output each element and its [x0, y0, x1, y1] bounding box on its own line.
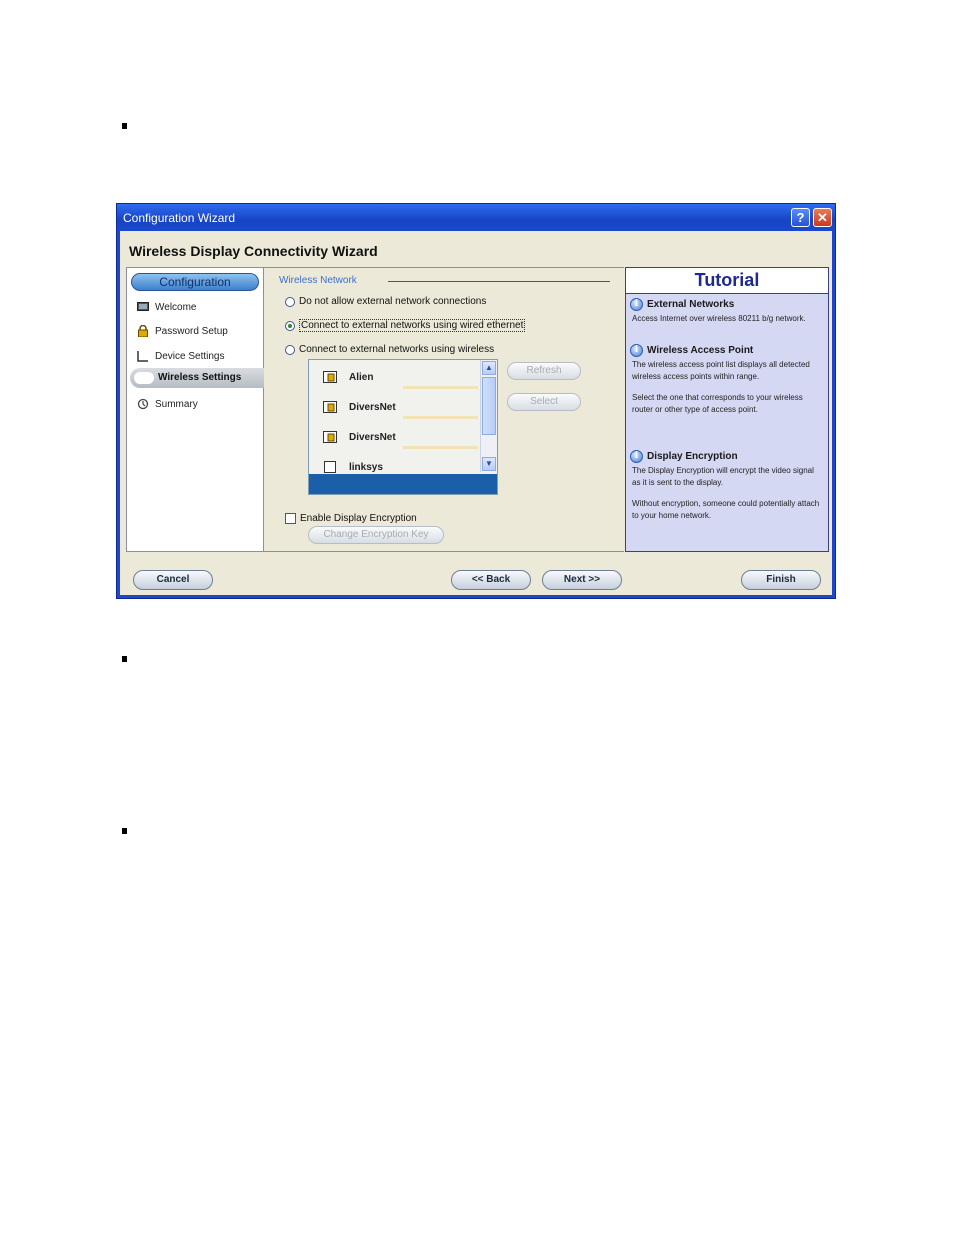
group-label: Wireless Network — [279, 275, 357, 286]
nav-item-label: Welcome — [155, 301, 197, 313]
radio-no-external[interactable]: Do not allow external network connection… — [285, 296, 486, 307]
bullet-marker — [122, 656, 127, 662]
summary-icon — [137, 398, 149, 410]
lock-icon — [137, 324, 149, 338]
bullet-marker — [122, 828, 127, 834]
window-title: Configuration Wizard — [123, 211, 236, 225]
device-icon — [137, 350, 149, 362]
tutorial-section-text: The Display Encryption will encrypt the … — [632, 466, 814, 487]
secured-network-icon — [323, 430, 337, 443]
scroll-down-arrow-icon[interactable]: ▼ — [482, 457, 496, 471]
nav-item-welcome[interactable]: Welcome — [137, 301, 197, 313]
tutorial-header: Tutorial — [626, 268, 828, 294]
wireless-network-panel: Wireless Network Do not allow external n… — [264, 267, 624, 552]
nav-item-device-settings[interactable]: Device Settings — [137, 350, 224, 362]
signal-bar — [403, 386, 478, 389]
tutorial-section-text: Without encryption, someone could potent… — [632, 499, 820, 520]
nav-item-label: Device Settings — [155, 350, 225, 362]
tutorial-title: Tutorial — [694, 270, 760, 290]
radio-wired-ethernet[interactable]: Connect to external networks using wired… — [285, 319, 526, 332]
info-icon: i — [630, 298, 643, 311]
open-network-icon — [323, 460, 337, 473]
secured-network-icon — [323, 400, 337, 413]
tutorial-panel: Tutorial i External Networks Access Inter… — [625, 267, 829, 552]
tutorial-section-external-networks: i External Networks Access Internet over … — [630, 298, 824, 325]
tutorial-section-display-encryption: i Display Encryption The Display Encrypti… — [630, 450, 824, 522]
close-button[interactable]: ✕ — [813, 208, 832, 227]
tutorial-section-text: Access Internet over wireless 80211 b/g … — [632, 314, 806, 323]
bullet-marker — [122, 123, 127, 129]
list-item[interactable]: DiversNet — [309, 422, 483, 452]
active-indicator — [134, 372, 154, 384]
finish-button[interactable]: Finish — [741, 570, 821, 590]
checkbox-label: Enable Display Encryption — [300, 513, 417, 524]
network-name: DiversNet — [349, 402, 396, 413]
nav-item-wireless-settings[interactable]: Wireless Settings — [130, 368, 264, 388]
tutorial-section-text: Select the one that corresponds to your … — [632, 393, 803, 414]
wizard-client-area: Wireless Display Connectivity Wizard Con… — [120, 231, 832, 595]
tutorial-section-wireless-access-point: i Wireless Access Point The wireless acce… — [630, 344, 824, 416]
group-divider — [388, 281, 610, 282]
scroll-up-arrow-icon[interactable]: ▲ — [482, 361, 496, 375]
nav-item-password-setup[interactable]: Password Setup — [137, 324, 228, 338]
change-encryption-key-button[interactable]: Change Encryption Key — [308, 526, 444, 544]
wizard-nav: Configuration Welcome Password Setup Dev… — [126, 267, 264, 552]
list-scrollbar[interactable]: ▲ ▼ — [480, 360, 497, 472]
selected-row-highlight[interactable] — [309, 474, 497, 494]
info-icon: i — [630, 450, 643, 463]
radio-label: Connect to external networks using wired… — [299, 319, 526, 332]
radio-button[interactable] — [285, 296, 295, 307]
nav-item-label: Summary — [155, 398, 198, 410]
tutorial-section-heading: Display Encryption — [647, 451, 738, 462]
help-button[interactable]: ? — [791, 208, 810, 227]
tutorial-section-heading: External Networks — [647, 299, 735, 310]
radio-wireless[interactable]: Connect to external networks using wirel… — [285, 344, 494, 355]
radio-label: Do not allow external network connection… — [299, 296, 487, 307]
list-item[interactable]: Alien — [309, 362, 483, 392]
radio-button[interactable] — [285, 344, 295, 355]
next-button[interactable]: Next >> — [542, 570, 622, 590]
list-item[interactable]: DiversNet — [309, 392, 483, 422]
title-bar: Configuration Wizard ? ✕ — [117, 204, 835, 231]
scroll-thumb[interactable] — [482, 377, 496, 435]
encryption-checkbox-row[interactable]: Enable Display Encryption — [285, 513, 417, 524]
configuration-wizard-window: Configuration Wizard ? ✕ Wireless Displa… — [116, 203, 836, 599]
back-button[interactable]: << Back — [451, 570, 531, 590]
wizard-heading: Wireless Display Connectivity Wizard — [129, 243, 378, 259]
encryption-checkbox[interactable] — [285, 513, 296, 524]
access-point-list[interactable]: Alien DiversNet DiversNet linksys ▲ ▼ — [308, 359, 498, 495]
nav-item-label: Wireless Settings — [158, 372, 242, 383]
nav-item-summary[interactable]: Summary — [137, 398, 198, 410]
radio-label: Connect to external networks using wirel… — [299, 344, 495, 355]
radio-button-selected[interactable] — [285, 320, 295, 331]
info-icon: i — [630, 344, 643, 357]
nav-item-label: Password Setup — [155, 325, 228, 337]
cancel-button[interactable]: Cancel — [133, 570, 213, 590]
nav-header: Configuration — [131, 273, 259, 291]
signal-bar — [403, 416, 478, 419]
tutorial-section-text: The wireless access point list displays … — [632, 360, 810, 381]
secured-network-icon — [323, 370, 337, 383]
network-name: linksys — [349, 462, 383, 473]
signal-bar — [403, 446, 478, 449]
monitor-icon — [137, 301, 149, 313]
network-name: DiversNet — [349, 432, 396, 443]
refresh-button[interactable]: Refresh — [507, 362, 581, 380]
network-name: Alien — [349, 372, 374, 383]
select-button[interactable]: Select — [507, 393, 581, 411]
tutorial-section-heading: Wireless Access Point — [647, 345, 754, 356]
